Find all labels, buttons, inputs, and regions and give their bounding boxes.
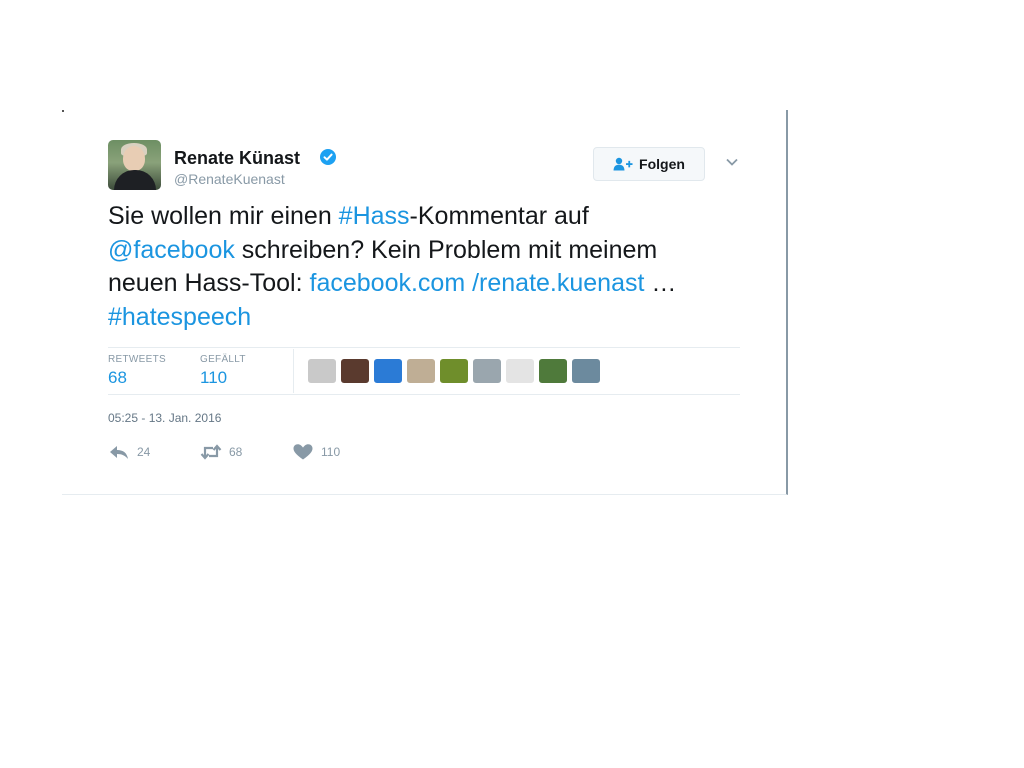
liker-avatar[interactable] [341, 359, 369, 383]
retweets-stat[interactable]: RETWEETS 68 [108, 354, 166, 388]
retweets-count: 68 [108, 368, 127, 387]
liker-avatar[interactable] [407, 359, 435, 383]
chevron-down-icon[interactable] [725, 157, 739, 167]
heart-icon [293, 444, 313, 460]
likes-label: GEFÄLLT [200, 354, 246, 365]
stats-vertical-divider [293, 349, 294, 393]
likes-stat[interactable]: GEFÄLLT 110 [200, 354, 246, 388]
reply-icon [110, 446, 128, 459]
follow-button-label: Folgen [639, 156, 685, 172]
corner-mark [62, 110, 64, 112]
liker-avatar[interactable] [308, 359, 336, 383]
liker-avatar[interactable] [374, 359, 402, 383]
tweet-text-segment: … [644, 269, 677, 297]
hashtag-hass-link[interactable]: #Hass [339, 202, 410, 230]
retweet-count: 68 [229, 445, 243, 459]
mention-facebook-link[interactable]: @facebook [108, 236, 235, 264]
follow-button[interactable]: Folgen [593, 147, 705, 181]
retweets-label: RETWEETS [108, 354, 166, 365]
like-count: 110 [321, 445, 341, 459]
stats-divider-bottom [108, 394, 740, 395]
author-name[interactable]: Renate Künast [174, 148, 300, 169]
author-handle[interactable]: @RenateKuenast [174, 171, 285, 187]
avatar-body [114, 170, 156, 190]
liker-avatar[interactable] [572, 359, 600, 383]
tweet-card: Renate Künast @RenateKuenast Folgen Sie … [62, 110, 788, 495]
stats-divider-top [108, 347, 740, 348]
tweet-text-segment: Sie wollen mir einen [108, 202, 339, 230]
add-user-icon [613, 157, 633, 171]
liker-avatars [308, 359, 600, 383]
reply-button[interactable]: 24 [108, 443, 150, 461]
tweet-text-segment: -Kommentar auf [409, 202, 589, 230]
avatar[interactable] [108, 140, 161, 190]
likes-count: 110 [200, 368, 228, 387]
avatar-face [123, 146, 145, 171]
reply-count: 24 [137, 445, 151, 459]
liker-avatar[interactable] [539, 359, 567, 383]
retweet-button[interactable]: 68 [200, 443, 242, 461]
url-link[interactable]: facebook.com /renate.kuenast [310, 269, 645, 297]
tweet-timestamp[interactable]: 05:25 - 13. Jan. 2016 [108, 411, 221, 425]
tweet-text: Sie wollen mir einen #Hass-Kommentar auf… [108, 200, 708, 334]
liker-avatar[interactable] [473, 359, 501, 383]
verified-badge-icon [320, 149, 336, 165]
hashtag-hatespeech-link[interactable]: #hatespeech [108, 303, 251, 331]
like-button[interactable]: 110 [292, 443, 340, 461]
liker-avatar[interactable] [506, 359, 534, 383]
liker-avatar[interactable] [440, 359, 468, 383]
retweet-icon [200, 444, 222, 460]
